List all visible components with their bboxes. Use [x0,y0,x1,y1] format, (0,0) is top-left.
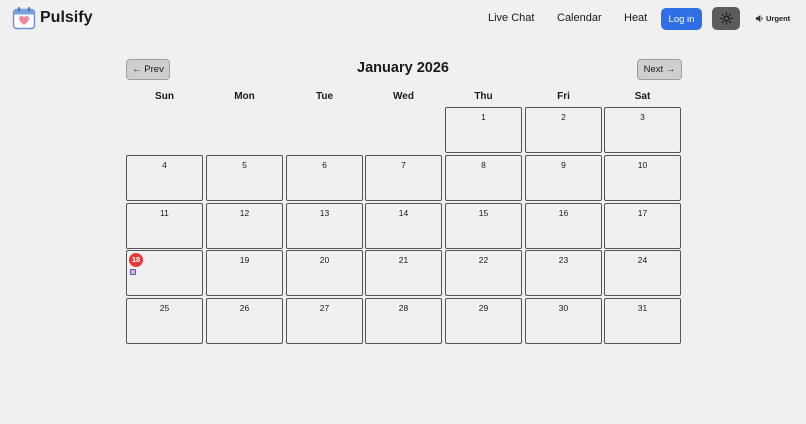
day-number: 22 [478,255,489,265]
day-number: 9 [561,160,566,170]
weekday-thu: Thu [474,91,493,102]
day-number: 29 [478,303,489,313]
day-number: 20 [319,255,330,265]
day-number: 10 [637,160,648,170]
day-number: 17 [637,208,648,218]
day-cell-18[interactable]: 18 [126,250,203,296]
day-number: 19 [239,255,250,265]
theme-toggle-button[interactable] [712,7,740,30]
day-number: 6 [322,160,327,170]
day-number: 5 [242,160,247,170]
nav-heat[interactable]: Heat [624,12,647,24]
day-cell-20[interactable]: 20 [286,250,363,296]
day-cell-14[interactable]: 14 [365,203,442,249]
day-number: 14 [398,208,409,218]
day-cell-4[interactable]: 4 [126,155,203,201]
sun-icon [719,12,733,25]
nav-calendar[interactable]: Calendar [557,12,602,24]
day-number: 8 [481,160,486,170]
day-number: 3 [640,112,645,122]
day-cell-27[interactable]: 27 [286,298,363,344]
day-cell-22[interactable]: 22 [445,250,522,296]
day-cell-31[interactable]: 31 [604,298,681,344]
speaker-icon [755,14,763,23]
app-logo[interactable]: Pulsify [12,6,92,30]
day-number: 11 [160,208,169,218]
day-cell-26[interactable]: 26 [206,298,283,344]
weekday-fri: Fri [557,91,570,102]
day-cell-9[interactable]: 9 [525,155,602,201]
event-marker[interactable] [130,269,136,275]
day-cell-23[interactable]: 23 [525,250,602,296]
app-header: Pulsify Live Chat Calendar Heat Log in U… [0,0,806,38]
day-cell-11[interactable]: 11 [126,203,203,249]
day-number: 13 [319,208,330,218]
day-number: 12 [239,208,250,218]
day-cell-2[interactable]: 2 [525,107,602,153]
month-title: January 2026 [357,60,449,76]
day-cell-25[interactable]: 25 [126,298,203,344]
day-cell-16[interactable]: 16 [525,203,602,249]
day-number: 23 [558,255,569,265]
day-number: 15 [478,208,489,218]
day-number: 24 [637,255,648,265]
day-cell-13[interactable]: 13 [286,203,363,249]
urgent-button[interactable]: Urgent [755,14,790,23]
day-cell-19[interactable]: 19 [206,250,283,296]
urgent-label: Urgent [766,14,791,23]
day-cell-15[interactable]: 15 [445,203,522,249]
day-cell-12[interactable]: 12 [206,203,283,249]
day-number: 7 [401,160,406,170]
day-cell-30[interactable]: 30 [525,298,602,344]
day-number: 16 [558,208,569,218]
day-number: 21 [398,255,409,265]
weekday-tue: Tue [315,91,334,102]
login-button[interactable]: Log in [661,8,702,30]
day-cell-21[interactable]: 21 [365,250,442,296]
day-number: 28 [398,303,409,313]
day-number: 27 [319,303,330,313]
day-number: 26 [239,303,250,313]
day-cell-8[interactable]: 8 [445,155,522,201]
day-cell-17[interactable]: 17 [604,203,681,249]
day-number: 2 [561,112,566,122]
day-cell-6[interactable]: 6 [286,155,363,201]
day-number: 30 [558,303,569,313]
day-cell-28[interactable]: 28 [365,298,442,344]
day-cell-10[interactable]: 10 [604,155,681,201]
weekday-sat: Sat [634,91,651,102]
day-cell-3[interactable]: 3 [604,107,681,153]
day-number: 4 [162,160,167,170]
app-name: Pulsify [40,9,93,26]
day-number: 1 [481,112,486,122]
day-cell-24[interactable]: 24 [604,250,681,296]
day-cell-1[interactable]: 1 [445,107,522,153]
day-cell-7[interactable]: 7 [365,155,442,201]
weekday-mon: Mon [234,91,255,102]
nav-live-chat[interactable]: Live Chat [488,12,534,24]
calendar-heart-icon [12,7,36,30]
day-number: 31 [637,303,648,313]
weekday-sun: Sun [155,91,174,102]
next-month-button[interactable]: Next → [637,59,682,80]
day-number: 25 [159,303,170,313]
today-badge: 18 [129,253,143,267]
day-cell-5[interactable]: 5 [206,155,283,201]
weekday-wed: Wed [393,91,414,102]
day-cell-29[interactable]: 29 [445,298,522,344]
